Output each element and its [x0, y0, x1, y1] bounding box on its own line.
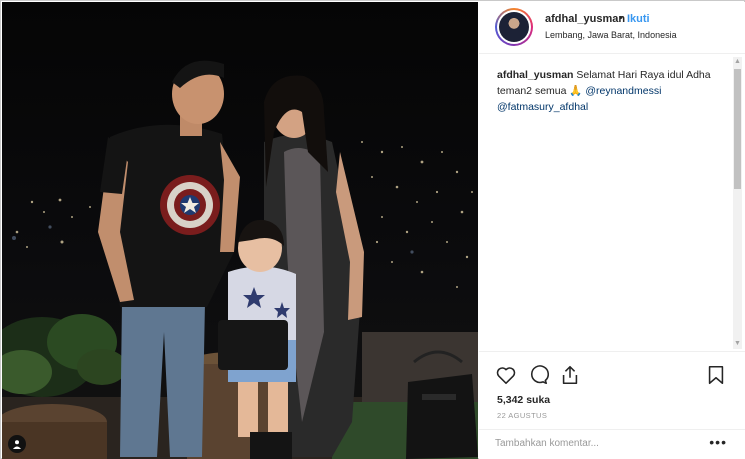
post-actions: 5,342 suka 22 AGUSTUS ••• — [479, 351, 745, 455]
caption-text: afdhal_yusman Selamat Hari Raya idul Adh… — [497, 67, 727, 115]
caption-username[interactable]: afdhal_yusman — [497, 69, 573, 81]
instagram-post-window: afdhal_yusman • Ikuti Lembang, Jawa Bara… — [0, 0, 745, 459]
plants — [2, 314, 127, 397]
comment-icon[interactable] — [527, 364, 550, 386]
comment-input[interactable] — [495, 435, 695, 451]
follow-button[interactable]: Ikuti — [627, 13, 650, 25]
location-link[interactable]: Lembang, Jawa Barat, Indonesia — [545, 30, 677, 40]
mention-link-1[interactable]: @reynandmessi — [585, 85, 661, 97]
username-link[interactable]: afdhal_yusman — [545, 13, 625, 25]
user-tag-icon[interactable] — [8, 435, 26, 453]
share-icon[interactable] — [559, 364, 581, 386]
separator-dot: • — [619, 12, 623, 24]
more-options-icon[interactable]: ••• — [709, 434, 727, 450]
heart-icon[interactable] — [495, 364, 517, 386]
likes-count[interactable]: 5,342 suka — [497, 394, 550, 406]
scroll-up-arrow-icon[interactable]: ▲ — [733, 57, 742, 67]
post-photo[interactable] — [2, 2, 478, 459]
scrollbar-thumb[interactable] — [734, 69, 741, 189]
post-header: afdhal_yusman • Ikuti Lembang, Jawa Bara… — [479, 2, 745, 54]
post-side-panel: afdhal_yusman • Ikuti Lembang, Jawa Bara… — [479, 2, 745, 459]
caption-scrollbar[interactable]: ▲ ▼ — [733, 57, 742, 349]
avatar[interactable] — [495, 8, 533, 46]
city-lights — [15, 141, 473, 288]
caption-section: afdhal_yusman Selamat Hari Raya idul Adh… — [479, 55, 745, 351]
post-date[interactable]: 22 AGUSTUS — [497, 411, 547, 420]
scroll-down-arrow-icon[interactable]: ▼ — [733, 339, 742, 349]
photo-illustration — [2, 60, 478, 459]
bookmark-icon[interactable] — [705, 364, 727, 386]
comment-box: ••• — [479, 429, 745, 456]
mention-link-2[interactable]: @fatmasury_afdhal — [497, 101, 588, 113]
